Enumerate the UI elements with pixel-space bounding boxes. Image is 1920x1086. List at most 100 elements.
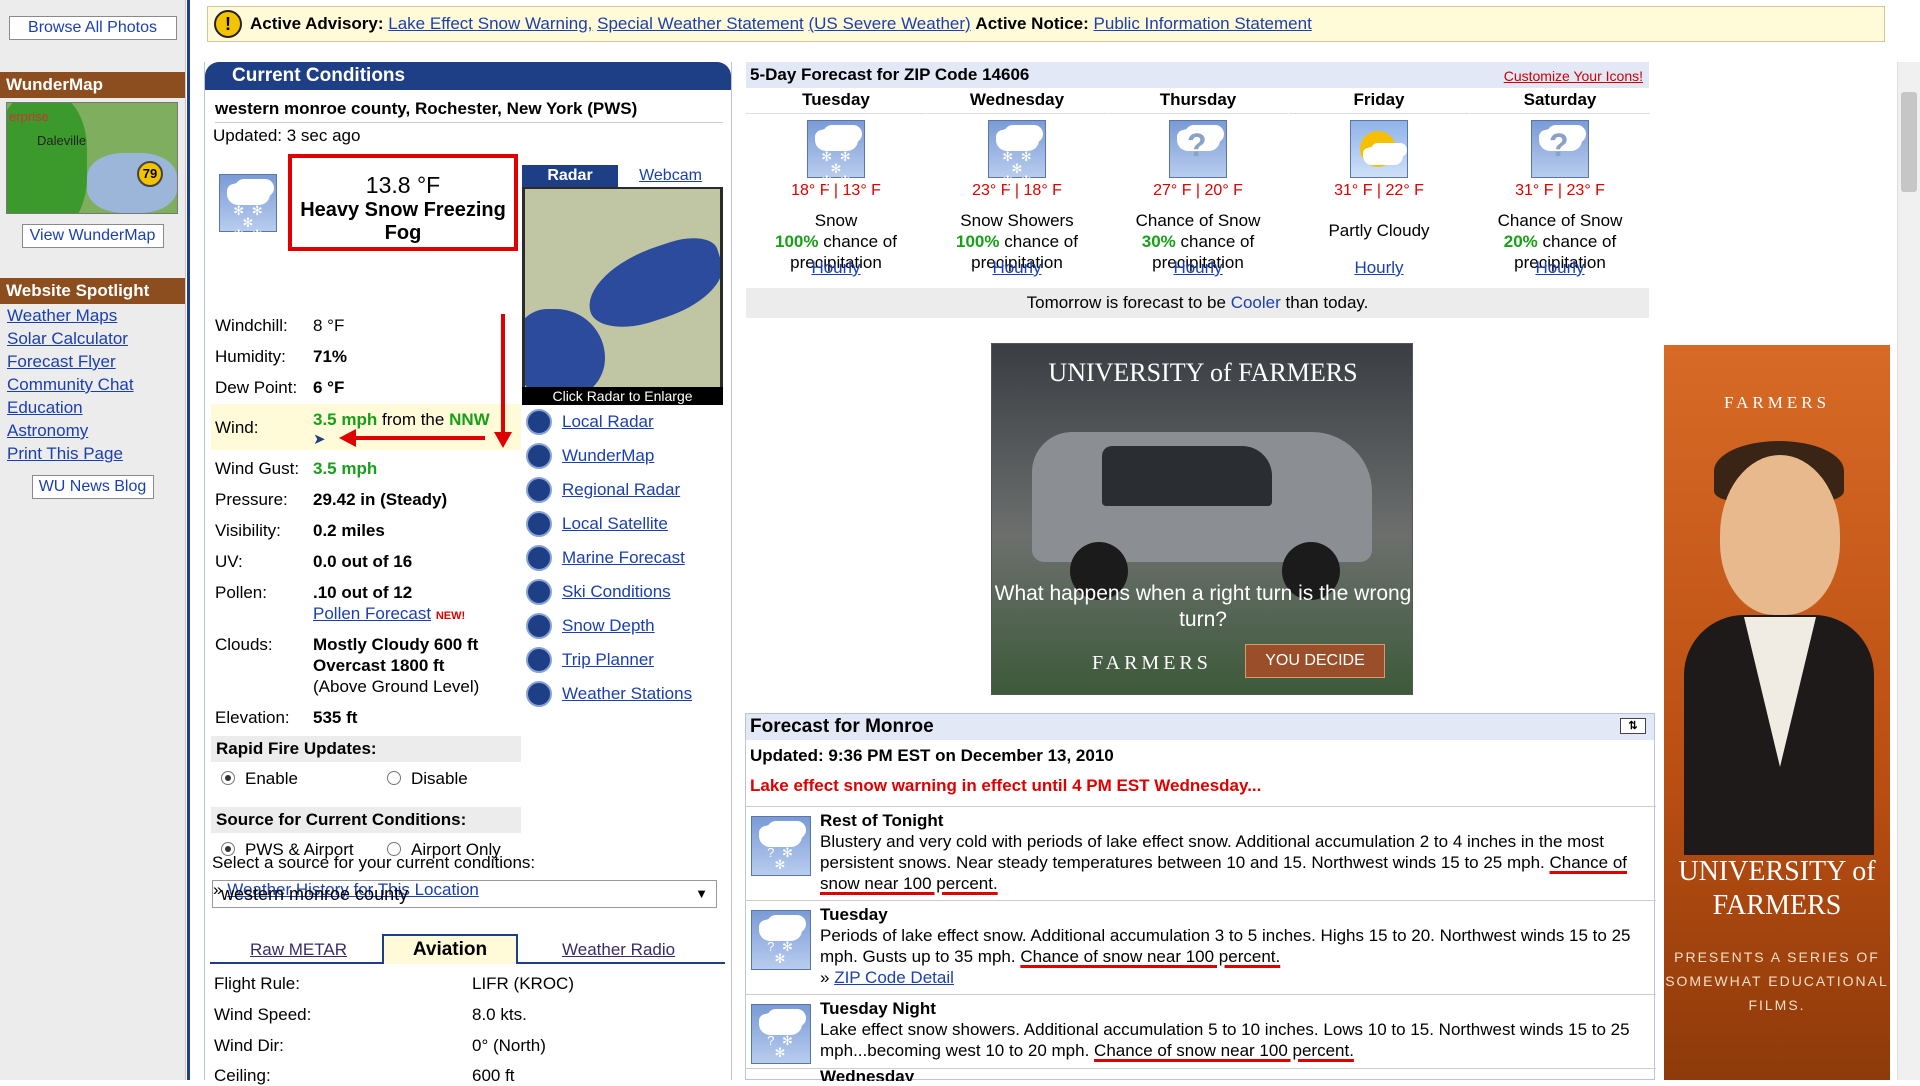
source-heading: Source for Current Conditions: <box>211 807 521 833</box>
chance-snow-icon: ? ✻ ✻ <box>751 816 811 876</box>
condition: Heavy Snow Freezing Fog <box>300 199 506 244</box>
temperature-marker[interactable]: 79 <box>137 161 163 187</box>
tab-raw-metar[interactable]: Raw METAR <box>250 940 347 960</box>
annotation-arrowhead <box>494 432 512 448</box>
website-spotlight-heading: Website Spotlight <box>0 278 185 304</box>
snow-icon: ✻ ✻ ✻ ✻ ✻ <box>988 120 1046 187</box>
warning-icon: ! <box>214 10 242 38</box>
rapid-fire-enable[interactable]: Enable <box>221 769 298 789</box>
ad-brand: UNIVERSITY of FARMERS <box>1048 358 1358 387</box>
tab-weather-radio[interactable]: Weather Radio <box>562 940 675 960</box>
farmers-ad-skyscraper[interactable]: FARMERS UNIVERSITY of FARMERS PRESENTS A… <box>1664 345 1890 1080</box>
wind-direction-icon: ➤ <box>313 431 326 448</box>
wind-speed-value: 8.0 kts. <box>472 1005 527 1024</box>
weather-stations-item[interactable]: Weather Stations <box>522 680 722 710</box>
rapid-fire-disable[interactable]: Disable <box>387 769 468 789</box>
current-conditions-title: Current Conditions <box>205 62 731 90</box>
aviation-tabs: Raw METAR Aviation Weather Radio <box>210 934 725 964</box>
flight-rule-label: Flight Rule: <box>214 974 300 993</box>
link-education[interactable]: Education <box>7 398 83 417</box>
ceiling-value: 600 ft <box>472 1066 515 1085</box>
wu-news-blog-button[interactable]: WU News Blog <box>31 475 154 499</box>
ad-farmers-logo: FARMERS <box>1723 393 1831 412</box>
local-radar-item[interactable]: Local Radar <box>522 408 722 438</box>
forecast-day-tuesday: Tuesday ✻ ✻ ✻ ✻ ✻ 18° F | 13° F Snow 100% … <box>746 90 926 278</box>
link-print-page[interactable]: Print This Page <box>7 444 123 463</box>
source-select-label: Select a source for your current conditi… <box>212 853 536 872</box>
scrollbar-thumb[interactable] <box>1901 92 1917 192</box>
link-astronomy[interactable]: Astronomy <box>7 421 88 440</box>
link-solar-calculator[interactable]: Solar Calculator <box>7 329 128 348</box>
chance-snow-icon: ? ✻ ✻ <box>751 910 811 970</box>
link-forecast-flyer[interactable]: Forecast Flyer <box>7 352 116 371</box>
tab-webcam[interactable]: Webcam <box>618 165 723 187</box>
farmers-ad-banner[interactable]: UNIVERSITY of FARMERS What happens when … <box>991 343 1413 695</box>
customize-icons-link[interactable]: Customize Your Icons! <box>1504 63 1643 89</box>
ski-conditions-item[interactable]: Ski Conditions <box>522 578 722 608</box>
browse-photos-button[interactable]: Browse All Photos <box>8 16 177 40</box>
source-select[interactable]: western monroe county ▼ <box>212 880 717 908</box>
annotation-arrowhead <box>339 429 356 447</box>
radar-map[interactable] <box>525 189 720 387</box>
you-decide-button[interactable]: YOU DECIDE <box>1245 644 1385 678</box>
wind-speed-label: Wind Speed: <box>214 1005 312 1024</box>
chance-snow-icon: ? ✻ ✻ <box>751 1004 811 1064</box>
forecast-period: ? ✻ ✻ Tuesday Night Lake effect snow sho… <box>746 994 1656 1068</box>
link-public-info[interactable]: Public Information Statement <box>1094 14 1312 33</box>
annotation-arrow <box>355 436 485 440</box>
snow-icon: ✻ ✻ ✻ ✻ ✻ <box>807 120 865 187</box>
forecast-for-monroe: Forecast for Monroe ⇅ Updated: 9:36 PM E… <box>745 713 1656 1081</box>
temperature-box: 13.8 °F Heavy Snow Freezing Fog <box>288 154 518 251</box>
satellite-icon <box>526 511 552 537</box>
page-scrollbar[interactable] <box>1897 62 1920 1080</box>
sidebar-divider <box>187 0 190 1080</box>
tab-aviation[interactable]: Aviation <box>382 934 518 964</box>
hourly-link[interactable]: Hourly <box>1173 258 1222 277</box>
partly-cloudy-icon <box>1350 120 1408 178</box>
wundermap-thumbnail[interactable]: erprise Daleville 79 <box>6 102 178 214</box>
chance-snow-icon: ? <box>1531 120 1589 178</box>
radar-caption[interactable]: Click Radar to Enlarge <box>522 387 723 405</box>
marine-forecast-item[interactable]: Marine Forecast <box>522 544 722 574</box>
map-label: Daleville <box>37 133 87 148</box>
forecast-title: 5-Day Forecast for ZIP Code 14606 <box>750 65 1030 84</box>
car-icon <box>526 647 552 673</box>
sailboat-icon <box>526 545 552 571</box>
radar-widget[interactable]: Radar Webcam Click Radar to Enlarge <box>522 165 723 405</box>
tab-radar[interactable]: Radar <box>522 165 618 187</box>
radar-icon <box>526 477 552 503</box>
link-weather-maps[interactable]: Weather Maps <box>7 306 117 325</box>
collapse-toggle-icon[interactable]: ⇅ <box>1620 718 1646 734</box>
zip-code-detail-link[interactable]: ZIP Code Detail <box>834 968 954 987</box>
left-sidebar: Browse All Photos WunderMap erprise Dale… <box>0 0 186 1080</box>
radar-icon <box>526 409 552 435</box>
car-image <box>1032 432 1372 562</box>
monroe-updated: Updated: 9:36 PM EST on December 13, 201… <box>750 746 1114 765</box>
pollen-forecast-link[interactable]: Pollen Forecast <box>313 604 431 623</box>
snow-depth-item[interactable]: Snow Depth <box>522 612 722 642</box>
rapid-fire-heading: Rapid Fire Updates: <box>211 736 521 762</box>
wind-dir-value: 0° (North) <box>472 1036 546 1055</box>
wundermap-heading: WunderMap <box>0 72 185 98</box>
wundermap-item[interactable]: WunderMap <box>522 442 722 472</box>
view-wundermap-button[interactable]: View WunderMap <box>21 224 164 248</box>
ad-question: What happens when a right turn is the wr… <box>994 582 1412 631</box>
hourly-link[interactable]: Hourly <box>811 258 860 277</box>
forecast-day-wednesday: Wednesday ✻ ✻ ✻ ✻ ✻ 23° F | 18° F Snow Sh… <box>927 90 1107 278</box>
local-satellite-item[interactable]: Local Satellite <box>522 510 722 540</box>
trip-planner-item[interactable]: Trip Planner <box>522 646 722 676</box>
hourly-link[interactable]: Hourly <box>1535 258 1584 277</box>
monroe-title: Forecast for Monroe <box>750 716 934 737</box>
hourly-link[interactable]: Hourly <box>1354 258 1403 277</box>
hourly-link[interactable]: Hourly <box>992 258 1041 277</box>
wind-dir-label: Wind Dir: <box>214 1036 284 1055</box>
link-lake-effect-warning[interactable]: Lake Effect Snow Warning, <box>388 14 592 33</box>
forecast-day-thursday: Thursday ? 27° F | 20° F Chance of Snow 3… <box>1108 90 1288 278</box>
regional-radar-item[interactable]: Regional Radar <box>522 476 722 506</box>
temperature: 13.8 °F <box>365 172 441 198</box>
annotation-arrow <box>501 314 505 440</box>
link-special-statement[interactable]: Special Weather Statement <box>597 14 804 33</box>
link-community-chat[interactable]: Community Chat <box>7 375 134 394</box>
link-us-severe[interactable]: (US Severe Weather) <box>808 14 970 33</box>
flight-rule-value: LIFR (KROC) <box>472 974 574 993</box>
